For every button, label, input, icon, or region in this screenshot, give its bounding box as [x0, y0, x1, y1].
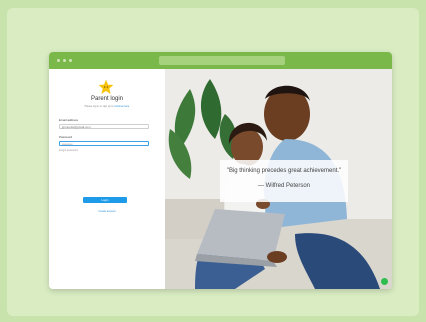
login-panel: Parent login Please log in or sign up to… [49, 69, 165, 289]
browser-titlebar [49, 52, 392, 69]
window-dot-icon[interactable] [57, 59, 60, 62]
email-label: Email address [59, 118, 79, 122]
password-label: Password [59, 135, 73, 139]
subtitle-link[interactable]: continue here [114, 105, 129, 108]
page-title: Parent login [90, 96, 124, 102]
email-field[interactable]: jjpmpotts@gmail.com [59, 124, 149, 129]
password-field[interactable]: •••••••••• [59, 141, 149, 146]
window-dot-icon[interactable] [63, 59, 66, 62]
quote-author: — Wilfred Peterson [257, 183, 311, 189]
address-bar[interactable] [159, 56, 285, 65]
quote-text: "Big thinking precedes great achievement… [226, 168, 342, 174]
star-mascot-icon [98, 79, 114, 94]
create-account-link[interactable]: Create account [49, 210, 165, 213]
browser-window: Parent login Please log in or sign up to… [49, 52, 392, 289]
forgot-password-link[interactable]: Forgot password [59, 149, 78, 152]
window-dot-icon[interactable] [69, 59, 72, 62]
login-subtitle: Please log in or sign up to continue her… [49, 105, 165, 108]
quote-card: "Big thinking precedes great achievement… [220, 160, 348, 202]
subtitle-text: Please log in or sign up to [84, 105, 114, 108]
login-button[interactable]: Login [83, 197, 127, 203]
hero-photo: "Big thinking precedes great achievement… [165, 69, 392, 289]
chat-icon[interactable] [381, 278, 388, 285]
